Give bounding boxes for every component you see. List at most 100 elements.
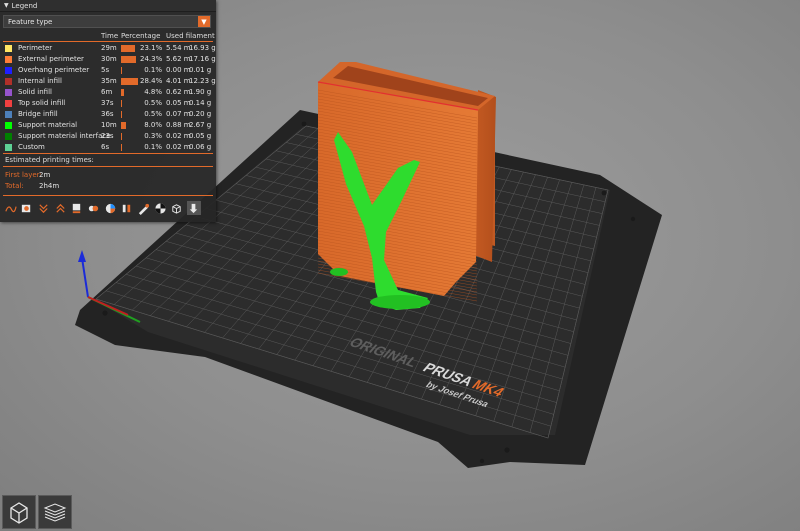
feature-name: External perimeter bbox=[18, 55, 84, 63]
feature-time: 30m bbox=[101, 55, 117, 63]
retractions-toggle[interactable] bbox=[36, 201, 50, 215]
feature-length: 0.00 m bbox=[166, 66, 191, 74]
layers-preview-icon bbox=[43, 503, 67, 522]
tool-changes-icon bbox=[88, 205, 99, 211]
toolbar-divider bbox=[3, 195, 213, 196]
feature-percentage: 0.3% bbox=[144, 132, 162, 140]
color-changes-icon bbox=[105, 203, 115, 213]
feature-length: 0.05 m bbox=[166, 99, 191, 107]
legend-row[interactable]: Support material 10m 8.0% 0.88 m 2.67 g bbox=[0, 120, 216, 131]
feature-time: 6m bbox=[101, 88, 113, 96]
feature-weight: 0.05 g bbox=[189, 132, 212, 140]
legend-title: Legend bbox=[11, 1, 38, 10]
feature-percentage: 28.4% bbox=[140, 77, 163, 85]
feature-time: 10m bbox=[101, 121, 117, 129]
seams-icon bbox=[73, 203, 81, 213]
layers-preview-button[interactable] bbox=[38, 495, 72, 529]
legend-row[interactable]: Solid infill 6m 4.8% 0.62 m 1.90 g bbox=[0, 87, 216, 98]
feature-name: Internal infill bbox=[18, 77, 62, 85]
color-changes-toggle[interactable] bbox=[103, 201, 117, 215]
center-of-gravity-icon bbox=[155, 202, 166, 214]
feature-length: 0.02 m bbox=[166, 143, 191, 151]
legend-row[interactable]: Perimeter 29m 23.1% 5.54 m 16.93 g bbox=[0, 43, 216, 54]
pause-prints-toggle[interactable] bbox=[120, 201, 134, 215]
feature-time: 29m bbox=[101, 44, 117, 52]
feature-color-swatch bbox=[5, 100, 12, 107]
feature-length: 4.01 m bbox=[166, 77, 191, 85]
3d-view-icon bbox=[10, 502, 28, 524]
feature-list: Perimeter 29m 23.1% 5.54 m 16.93 g External p… bbox=[0, 43, 216, 153]
feature-color-swatch bbox=[5, 67, 12, 74]
feature-name: Support material interface bbox=[18, 132, 111, 140]
dropdown-arrow-icon[interactable]: ▼ bbox=[198, 16, 210, 27]
legend-row[interactable]: External perimeter 30m 24.3% 5.62 m 17.16 g bbox=[0, 54, 216, 65]
feature-name: Perimeter bbox=[18, 44, 53, 52]
feature-color-swatch bbox=[5, 89, 12, 96]
feature-percentage-bar bbox=[121, 122, 126, 129]
feature-length: 0.02 m bbox=[166, 132, 191, 140]
feature-time: 6s bbox=[101, 143, 110, 151]
feature-length: 5.54 m bbox=[166, 44, 191, 52]
legend-row[interactable]: Overhang perimeter 5s 0.1% 0.00 m 0.01 g bbox=[0, 65, 216, 76]
center-of-gravity-toggle[interactable] bbox=[153, 201, 167, 215]
tool-changes-toggle[interactable] bbox=[86, 201, 100, 215]
time-header: Time bbox=[101, 32, 119, 40]
feature-weight: 0.14 g bbox=[189, 99, 212, 107]
wipe-toggle[interactable] bbox=[20, 201, 34, 215]
travel-toggle[interactable] bbox=[3, 201, 17, 215]
percentage-header: Percentage bbox=[121, 32, 161, 40]
feature-percentage: 0.5% bbox=[144, 99, 162, 107]
legend-row[interactable]: Internal infill 35m 28.4% 4.01 m 12.23 g bbox=[0, 76, 216, 87]
total-label: Total: bbox=[5, 182, 24, 190]
feature-percentage: 23.1% bbox=[140, 44, 163, 52]
est-divider bbox=[3, 166, 213, 167]
feature-time: 36s bbox=[101, 110, 114, 118]
feature-name: Support material bbox=[18, 121, 78, 129]
feature-percentage-bar bbox=[121, 111, 122, 118]
legend-row[interactable]: Custom 6s 0.1% 0.02 m 0.06 g bbox=[0, 142, 216, 153]
sliced-model[interactable] bbox=[317, 62, 496, 310]
feature-time: 37s bbox=[101, 99, 114, 107]
seams-toggle[interactable] bbox=[70, 201, 84, 215]
feature-name: Solid infill bbox=[18, 88, 52, 96]
header-divider bbox=[3, 41, 213, 42]
deretractions-icon bbox=[55, 203, 65, 213]
tool-marker-toggle[interactable] bbox=[186, 201, 201, 215]
feature-name: Top solid infill bbox=[18, 99, 66, 107]
legend-row[interactable]: Support material interface 23s 0.3% 0.02 m0… bbox=[0, 131, 216, 142]
feature-color-swatch bbox=[5, 122, 12, 129]
feature-color-swatch bbox=[5, 111, 12, 118]
total-value: 2h4m bbox=[39, 182, 60, 190]
visibility-toolbar bbox=[3, 200, 215, 216]
3d-view-button[interactable] bbox=[2, 495, 36, 529]
feature-percentage-bar bbox=[121, 144, 122, 151]
shells-toggle[interactable] bbox=[170, 201, 184, 215]
feature-percentage: 0.1% bbox=[144, 143, 162, 151]
feature-length: 0.88 m bbox=[166, 121, 191, 129]
feature-length: 0.07 m bbox=[166, 110, 191, 118]
feature-percentage-bar bbox=[121, 45, 135, 52]
feature-percentage: 0.5% bbox=[144, 110, 162, 118]
custom-gcodes-icon bbox=[138, 203, 150, 215]
feature-percentage-bar bbox=[121, 56, 136, 63]
feature-weight: 17.16 g bbox=[189, 55, 216, 63]
view-type-value: Feature type bbox=[8, 17, 53, 26]
feature-weight: 12.23 g bbox=[189, 77, 216, 85]
collapse-triangle-icon[interactable]: ▼ bbox=[4, 2, 9, 9]
feature-color-swatch bbox=[5, 144, 12, 151]
legend-header[interactable]: ▼ Legend bbox=[0, 0, 216, 12]
legend-column-headers: Time Percentage Used filament bbox=[0, 32, 216, 41]
first-layer-value: 2m bbox=[39, 171, 51, 179]
legend-row[interactable]: Bridge infill 36s 0.5% 0.07 m 0.20 g bbox=[0, 109, 216, 120]
view-type-dropdown[interactable]: Feature type ▼ bbox=[3, 15, 211, 28]
feature-percentage-bar bbox=[121, 78, 139, 85]
estimated-times-title: Estimated printing times: bbox=[5, 156, 94, 164]
custom-gcodes-toggle[interactable] bbox=[137, 201, 151, 215]
deretractions-toggle[interactable] bbox=[53, 201, 67, 215]
feature-time: 5s bbox=[101, 66, 110, 74]
feature-time: 35m bbox=[101, 77, 117, 85]
feature-percentage-bar bbox=[121, 89, 124, 96]
legend-row[interactable]: Top solid infill 37s 0.5% 0.05 m 0.14 g bbox=[0, 98, 216, 109]
feature-weight: 0.20 g bbox=[189, 110, 212, 118]
feature-name: Bridge infill bbox=[18, 110, 58, 118]
